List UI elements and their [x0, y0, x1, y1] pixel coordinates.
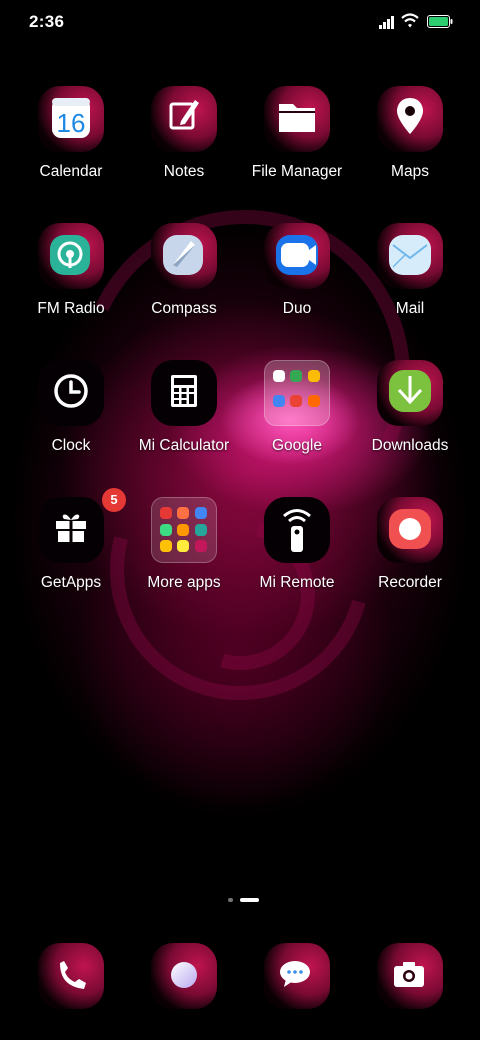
- app-label: Maps: [391, 163, 429, 180]
- app-compass[interactable]: Compass: [129, 223, 239, 335]
- svg-text:16: 16: [57, 108, 86, 138]
- gift-icon: [38, 497, 104, 563]
- page-indicator-dot[interactable]: [228, 898, 233, 902]
- browser-icon[interactable]: [151, 943, 217, 1009]
- app-mi-calculator[interactable]: Mi Calculator: [129, 360, 239, 472]
- mail-icon: [377, 223, 443, 289]
- app-label: Clock: [51, 437, 91, 454]
- app-label: Calendar: [39, 163, 103, 180]
- mi-app-icon: [177, 507, 190, 519]
- radio-icon: [38, 223, 104, 289]
- app-label: Notes: [163, 163, 205, 180]
- drive-icon: [290, 370, 303, 382]
- app-recorder[interactable]: Recorder: [355, 497, 465, 609]
- folder-more-apps-icon: [151, 497, 217, 563]
- app-duo[interactable]: Duo: [242, 223, 352, 335]
- app-label: Duo: [282, 300, 312, 317]
- app-downloads[interactable]: Downloads: [355, 360, 465, 472]
- calculator-icon: [151, 360, 217, 426]
- app-calendar[interactable]: 16 Calendar: [16, 86, 126, 198]
- mi-app-icon: [307, 395, 320, 407]
- app-fm-radio[interactable]: FM Radio: [16, 223, 126, 335]
- folder-google-icon: [264, 360, 330, 426]
- compass-icon: [151, 223, 217, 289]
- calendar-icon: 16: [38, 86, 104, 152]
- app-icon: [160, 540, 172, 553]
- app-clock[interactable]: Clock: [16, 360, 126, 472]
- app-label: Google: [272, 437, 322, 454]
- vivaldi-icon: [160, 507, 172, 519]
- notification-badge: 5: [102, 488, 126, 512]
- app-icon: [177, 523, 190, 536]
- map-pin-icon: [377, 86, 443, 152]
- phone-icon[interactable]: [38, 943, 104, 1009]
- remote-icon: [264, 497, 330, 563]
- chrome-icon: [273, 370, 285, 382]
- app-label: Compass: [151, 300, 217, 317]
- app-label: GetApps: [40, 574, 102, 591]
- photos-icon: [307, 370, 320, 382]
- folder-more-apps[interactable]: More apps: [129, 497, 239, 609]
- app-maps[interactable]: Maps: [355, 86, 465, 198]
- app-icon: [177, 540, 190, 553]
- messages-icon[interactable]: [264, 943, 330, 1009]
- app-icon: [194, 540, 207, 553]
- clock-icon: [38, 360, 104, 426]
- folder-google[interactable]: Google: [242, 360, 352, 472]
- app-label: FM Radio: [37, 300, 105, 317]
- app-label: Mi Remote: [259, 574, 335, 591]
- app-icon: [194, 523, 207, 536]
- app-label: More apps: [147, 574, 221, 591]
- folder-icon: [264, 86, 330, 152]
- app-mail[interactable]: Mail: [355, 223, 465, 335]
- app-label: File Manager: [251, 163, 343, 180]
- page-indicator-current[interactable]: [240, 898, 259, 902]
- app-mi-remote[interactable]: Mi Remote: [242, 497, 352, 609]
- google-app-icon: [273, 395, 285, 407]
- android-icon: [160, 523, 172, 536]
- notes-icon: [151, 86, 217, 152]
- app-icon: [194, 507, 207, 519]
- youtube-icon: [290, 395, 303, 407]
- app-label: Mi Calculator: [138, 437, 230, 454]
- app-getapps[interactable]: 5 GetApps: [16, 488, 126, 609]
- recorder-icon: [377, 497, 443, 563]
- video-icon: [264, 223, 330, 289]
- app-label: Mail: [395, 300, 425, 317]
- app-label: Recorder: [378, 574, 442, 591]
- app-label: Downloads: [371, 437, 449, 454]
- app-grid: 16 Calendar Notes File Manager Maps FM R…: [0, 0, 480, 1040]
- download-icon: [377, 360, 443, 426]
- camera-icon[interactable]: [377, 943, 443, 1009]
- app-file-manager[interactable]: File Manager: [242, 86, 352, 198]
- app-notes[interactable]: Notes: [129, 86, 239, 198]
